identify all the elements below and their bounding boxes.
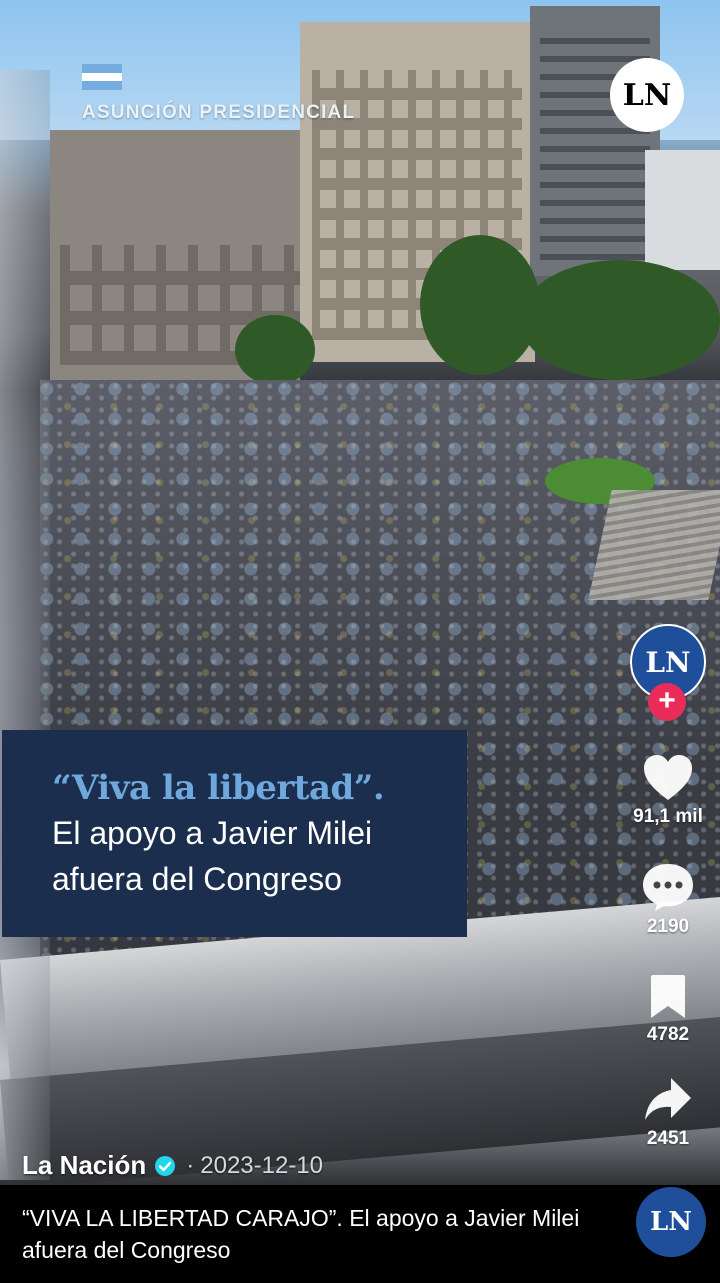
caption-quote: “Viva la libertad”. [52, 768, 385, 808]
program-label: ASUNCIÓN PRESIDENCIAL [82, 102, 356, 123]
window-frame-edge [0, 70, 50, 1180]
bottom-creator-avatar[interactable]: LN [636, 1187, 706, 1257]
verified-icon [155, 1155, 176, 1176]
author-name[interactable]: La Nación [22, 1150, 146, 1181]
author-row: La Nación · 2023-12-10 [22, 1150, 323, 1181]
heart-icon [644, 755, 692, 800]
comment-count: 2190 [646, 916, 690, 937]
like-button[interactable]: 91,1 mil [626, 754, 710, 828]
video-player[interactable]: ASUNCIÓN PRESIDENCIAL LN “Viva la libert… [0, 0, 720, 1185]
share-icon [645, 1078, 691, 1120]
argentina-flag-icon [82, 64, 122, 90]
comment-icon [643, 864, 693, 911]
tree [520, 260, 720, 380]
date-separator: · [186, 1151, 195, 1179]
follow-plus-button[interactable]: + [648, 683, 686, 721]
ln-logo: LN [610, 58, 684, 132]
congress-stairs [588, 490, 720, 600]
tree [235, 315, 315, 385]
bookmark-count: 4782 [646, 1024, 690, 1045]
caption-line-1: El apoyo a Javier Milei [52, 815, 373, 851]
bookmark-button[interactable]: 4782 [626, 974, 710, 1046]
share-count: 2451 [646, 1128, 690, 1149]
caption-line-2: afuera del Congreso [52, 861, 342, 897]
share-button[interactable]: 2451 [626, 1076, 710, 1150]
comment-button[interactable]: 2190 [626, 862, 710, 938]
like-count: 91,1 mil [633, 806, 703, 827]
bookmark-icon [651, 975, 685, 1018]
caption-card: “Viva la libertad”. El apoyo a Javier Mi… [2, 730, 467, 937]
post-date: 2023-12-10 [200, 1151, 324, 1179]
post-description: “VIVA LA LIBERTAD CARAJO”. El apoyo a Ja… [22, 1205, 580, 1263]
building-right [645, 150, 720, 270]
